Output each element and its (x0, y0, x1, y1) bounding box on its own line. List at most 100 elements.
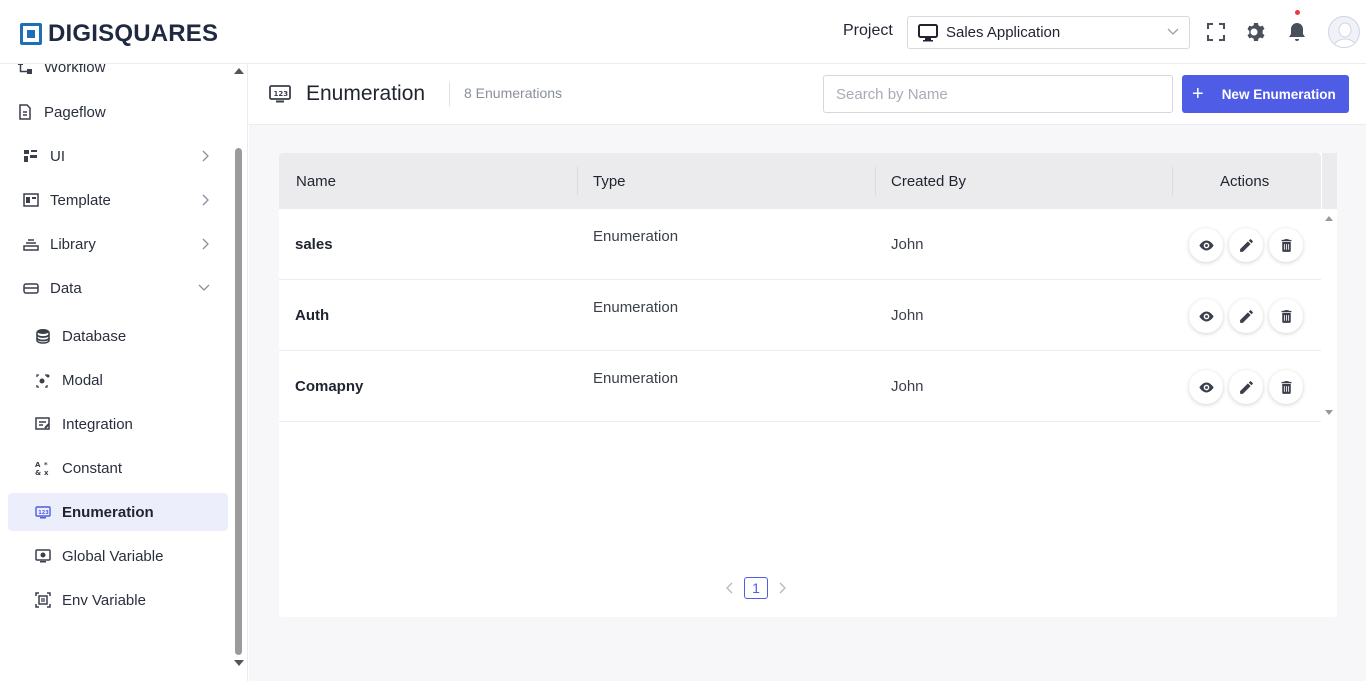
global-variable-icon (34, 547, 52, 565)
cell-created-by: John (891, 236, 924, 253)
view-button[interactable] (1189, 228, 1223, 262)
trash-icon (1281, 238, 1291, 252)
pencil-icon (1239, 238, 1253, 252)
column-header-created-by[interactable]: Created By (891, 173, 966, 190)
delete-button[interactable] (1269, 228, 1303, 262)
title-divider (449, 82, 450, 106)
table-scroll-down-arrow[interactable] (1325, 410, 1333, 415)
brand-name: DIGISQUARES (48, 20, 219, 47)
notification-dot (1295, 10, 1300, 15)
monitor-icon (918, 23, 938, 41)
delete-button[interactable] (1269, 299, 1303, 333)
sidebar-item-data[interactable]: Data (22, 269, 242, 307)
view-button[interactable] (1189, 299, 1223, 333)
enumeration-table: Name Type Created By Actions sales Enume… (279, 153, 1337, 617)
sidebar-scroll-down-arrow[interactable] (234, 660, 244, 666)
sidebar-item-ui[interactable]: UI (22, 137, 242, 175)
table-header: Name Type Created By Actions (279, 153, 1321, 209)
user-avatar-icon (1332, 22, 1358, 47)
gear-icon[interactable] (1244, 20, 1268, 44)
modal-icon (34, 371, 52, 389)
chevron-right-icon (202, 150, 209, 162)
sidebar-item-label: Modal (62, 371, 103, 389)
sidebar-item-pageflow[interactable]: Pageflow (16, 93, 236, 131)
svg-text:x: x (44, 469, 49, 476)
sidebar-item-workflow[interactable]: Workflow (16, 64, 236, 86)
eye-icon (1198, 382, 1214, 392)
enumeration-icon: 123 (269, 85, 291, 103)
page-title: Enumeration (306, 82, 426, 105)
sidebar-item-label: Enumeration (62, 503, 154, 521)
chevron-down-icon (198, 284, 210, 291)
top-header: DIGISQUARES Project Sales Application (0, 0, 1366, 64)
plus-icon: + (1192, 83, 1204, 105)
column-header-name[interactable]: Name (296, 173, 336, 190)
sidebar-item-label: Constant (62, 459, 123, 477)
sidebar-item-global-variable[interactable]: Global Variable (34, 537, 247, 575)
column-header-type[interactable]: Type (593, 173, 626, 190)
table-scrollbar-header (1322, 153, 1337, 209)
edit-button[interactable] (1229, 228, 1263, 262)
svg-text:123: 123 (38, 510, 49, 516)
cell-type: Enumeration (593, 299, 679, 316)
sidebar-item-modal[interactable]: Modal (34, 361, 247, 399)
chevron-down-icon (1167, 28, 1179, 35)
table-scroll-up-arrow[interactable] (1325, 216, 1333, 221)
sidebar-item-label: Workflow (44, 64, 106, 76)
edit-button[interactable] (1229, 370, 1263, 404)
page-header: 123 Enumeration 8 Enumerations + New Enu… (249, 64, 1366, 125)
project-select[interactable]: Sales Application (907, 16, 1190, 49)
sidebar-item-template[interactable]: Template (22, 181, 242, 219)
pageflow-icon (16, 103, 34, 121)
database-icon (34, 327, 52, 345)
sidebar-item-label: Database (62, 327, 127, 345)
chevron-right-icon[interactable] (776, 582, 788, 594)
table-row[interactable]: sales Enumeration John (279, 209, 1321, 280)
chevron-right-icon (202, 238, 209, 250)
new-enumeration-button[interactable]: + New Enumeration (1182, 75, 1349, 113)
view-button[interactable] (1189, 370, 1223, 404)
sidebar-item-label: Template (50, 191, 111, 209)
template-icon (22, 191, 40, 209)
brand-logo[interactable]: DIGISQUARES (20, 20, 218, 48)
page-number-current[interactable]: 1 (744, 577, 768, 599)
sidebar-item-env-variable[interactable]: Env Variable (34, 581, 247, 619)
edit-button[interactable] (1229, 299, 1263, 333)
cell-name: Auth (295, 307, 330, 324)
sidebar-scrollbar[interactable] (235, 148, 242, 655)
bell-icon[interactable] (1285, 20, 1309, 44)
sidebar-item-label: Env Variable (62, 591, 146, 609)
chevron-left-icon[interactable] (724, 582, 736, 594)
chevron-right-icon (202, 194, 209, 206)
sidebar-item-integration[interactable]: Integration (34, 405, 247, 443)
main-content: 123 Enumeration 8 Enumerations + New Enu… (249, 64, 1366, 681)
sidebar-item-database[interactable]: Database (34, 317, 247, 355)
eye-icon (1198, 311, 1214, 321)
search-input[interactable] (823, 75, 1173, 113)
sidebar-item-enumeration[interactable]: 123 Enumeration (8, 493, 228, 531)
delete-button[interactable] (1269, 370, 1303, 404)
sidebar-item-constant[interactable]: A * & x Constant (34, 449, 247, 487)
pencil-icon (1239, 380, 1253, 394)
enumeration-count: 8 Enumerations (464, 85, 563, 101)
svg-text:&: & (35, 469, 41, 476)
sidebar-item-label: Library (50, 235, 96, 253)
trash-icon (1281, 309, 1291, 323)
cell-type: Enumeration (593, 370, 679, 387)
sidebar: Workflow Pageflow UI Template Library Da… (0, 64, 248, 681)
column-divider (1172, 167, 1173, 195)
sidebar-scroll-up-arrow[interactable] (234, 68, 244, 74)
cell-name: Comapny (295, 378, 364, 395)
sidebar-item-library[interactable]: Library (22, 225, 242, 263)
table-row[interactable]: Comapny Enumeration John (279, 351, 1321, 422)
sidebar-item-label: Pageflow (44, 103, 106, 121)
column-header-actions: Actions (1220, 173, 1270, 190)
svg-text:123: 123 (274, 90, 289, 98)
avatar[interactable] (1328, 16, 1360, 48)
cell-name: sales (295, 236, 333, 253)
sidebar-item-label: Integration (62, 415, 133, 433)
sidebar-item-label: Global Variable (62, 547, 164, 565)
cell-type: Enumeration (593, 228, 679, 245)
fullscreen-icon[interactable] (1204, 20, 1228, 44)
table-row[interactable]: Auth Enumeration John (279, 280, 1321, 351)
